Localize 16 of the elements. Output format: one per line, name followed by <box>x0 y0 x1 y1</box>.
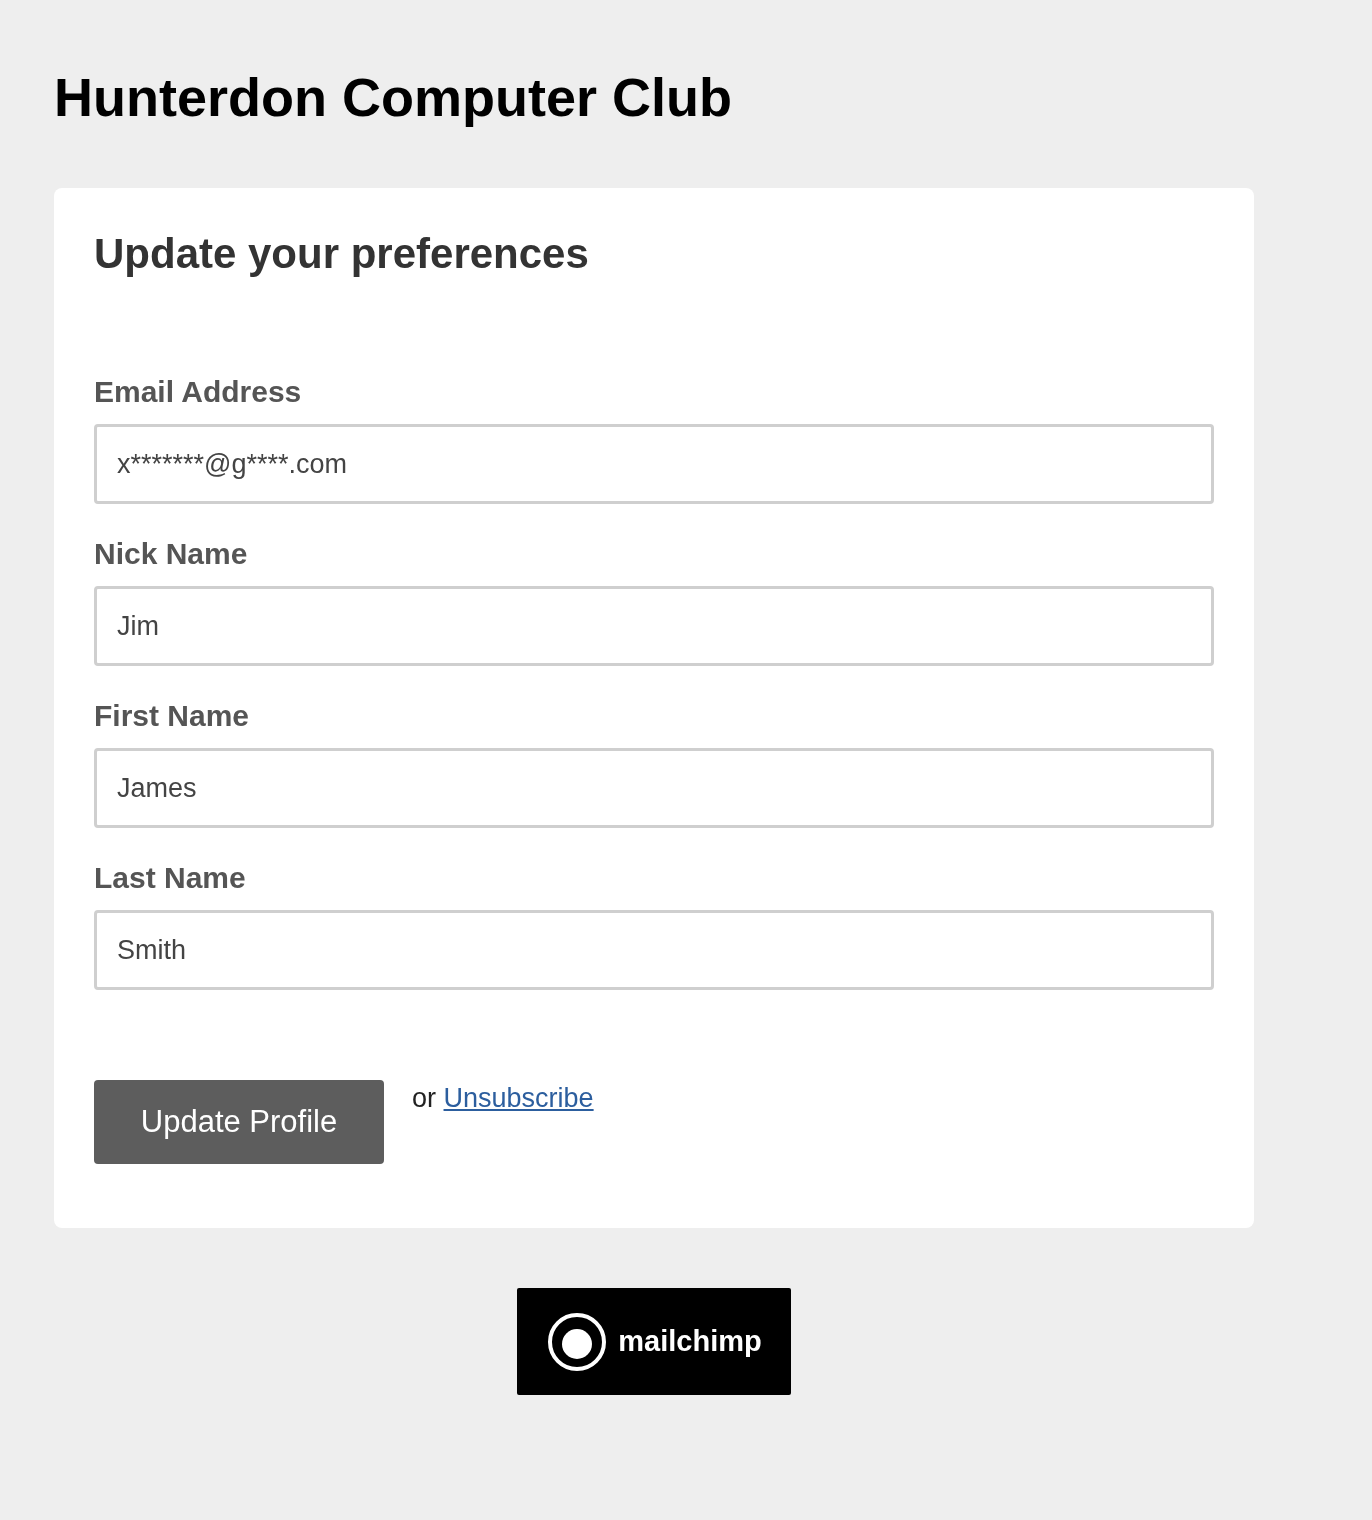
unsubscribe-link[interactable]: Unsubscribe <box>443 1083 594 1113</box>
input-field[interactable]: Smith <box>94 910 1214 990</box>
round-logo-icon <box>546 1310 609 1373</box>
field-label: First Name <box>94 698 250 734</box>
field-label: Nick Name <box>94 536 248 572</box>
footer-badge[interactable]: mailchimp <box>517 1288 791 1395</box>
page-title: Hunterdon Computer Club <box>54 66 732 129</box>
update-profile-button[interactable]: Update Profile <box>94 1080 384 1164</box>
or-text: or Unsubscribe <box>412 1082 594 1115</box>
badge-text: mailchimp <box>618 1325 762 1358</box>
form-heading: Update your preferences <box>94 229 589 279</box>
input-field[interactable]: James <box>94 748 1214 828</box>
input-field[interactable]: x*******@g****.com <box>94 424 1214 504</box>
field-label: Email Address <box>94 374 302 410</box>
field-label: Last Name <box>94 860 246 896</box>
input-field[interactable]: Jim <box>94 586 1214 666</box>
